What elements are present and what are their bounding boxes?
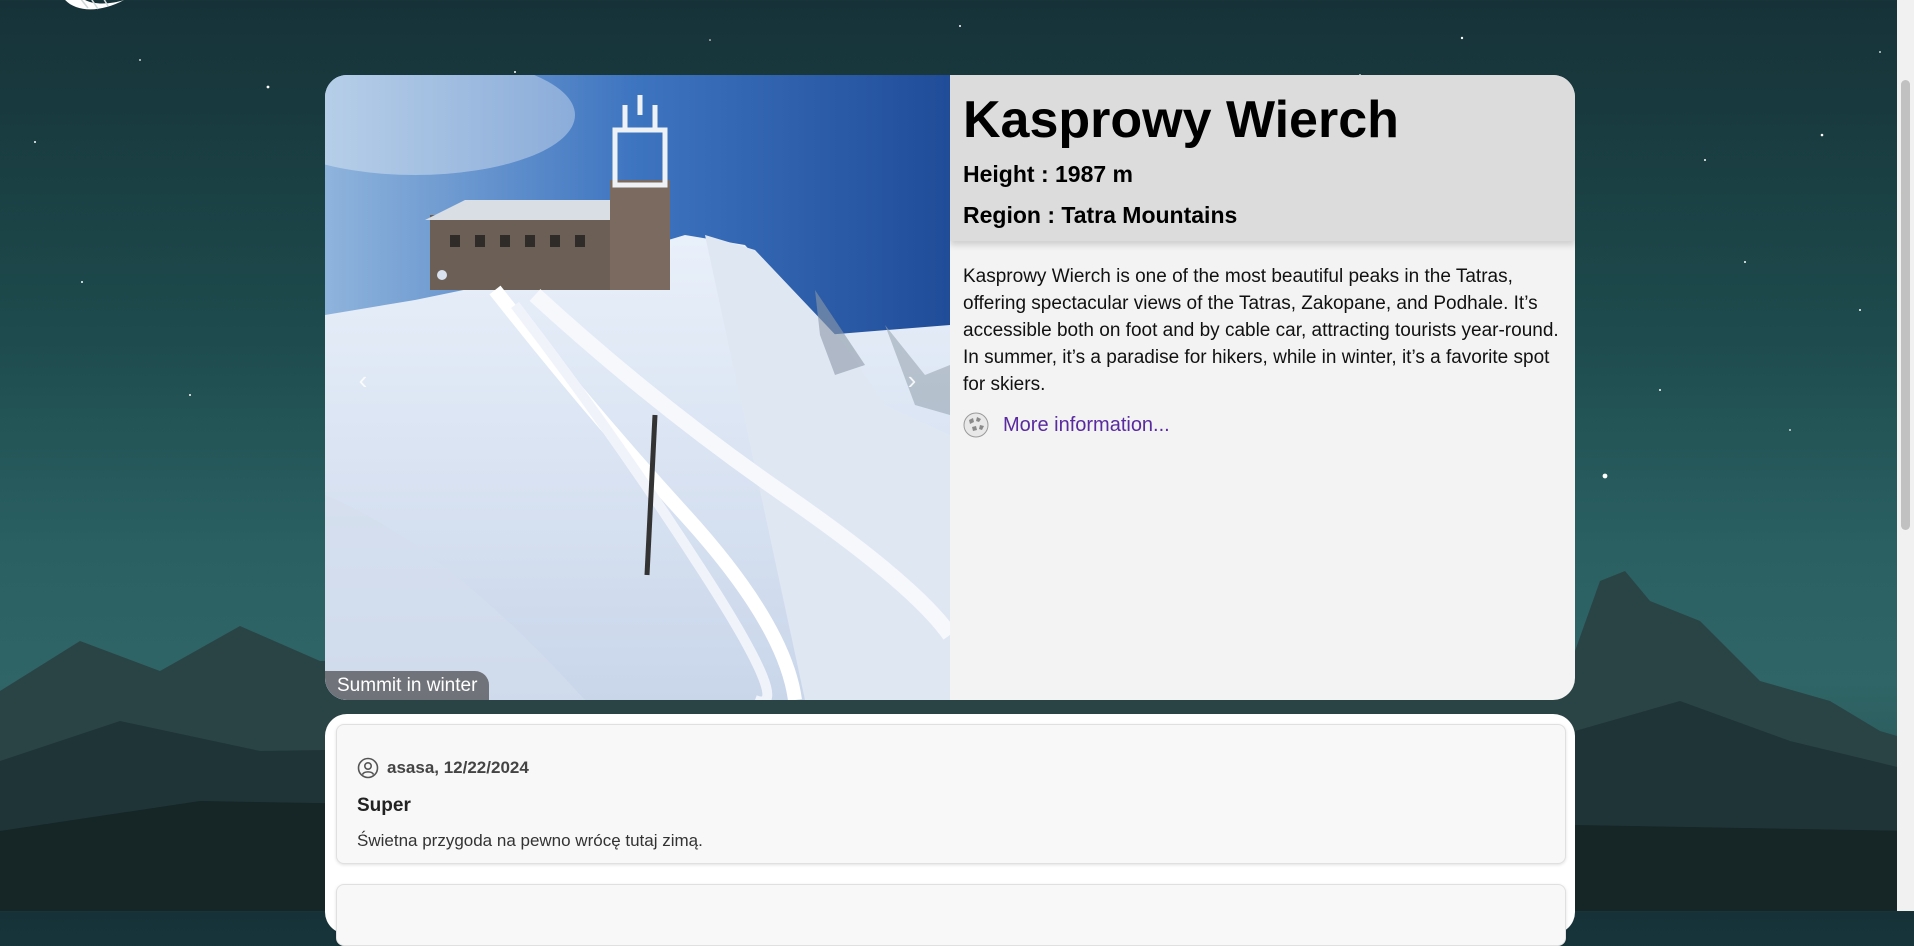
peak-description: Kasprowy Wierch is one of the most beaut…: [963, 266, 1559, 396]
comment-title: Super: [357, 795, 411, 816]
peak-title: Kasprowy Wierch: [963, 91, 1399, 149]
peak-card: Summit in winter Kasprowy Wierch Height …: [325, 75, 1575, 700]
chevron-right-icon[interactable]: ›: [897, 365, 927, 395]
comment-body: Świetna przygoda na pewno wrócę tutaj zi…: [357, 831, 703, 850]
comment-card: [336, 884, 1566, 946]
peak-region: Region : Tatra Mountains: [963, 202, 1238, 229]
chevron-left-icon[interactable]: ‹: [348, 365, 378, 395]
comment-author-date: asasa, 12/22/2024: [387, 758, 529, 777]
photo-caption: Summit in winter: [325, 671, 490, 700]
page-scrollbar[interactable]: [1897, 0, 1914, 911]
peak-info-panel: Kasprowy Wierch Height : 1987 m Region :…: [950, 75, 1575, 700]
more-information-link[interactable]: More information...: [1003, 414, 1170, 437]
summit-winter-photo: [325, 75, 950, 700]
logo-icon[interactable]: [58, 0, 132, 16]
scrollbar-thumb[interactable]: [1901, 80, 1910, 530]
user-circle-icon: [357, 757, 379, 779]
comment-card: asasa, 12/22/2024 Super Świetna przygoda…: [336, 724, 1566, 864]
wikipedia-globe-icon: [963, 412, 989, 438]
comment-meta: asasa, 12/22/2024: [357, 757, 529, 779]
photo-carousel[interactable]: Summit in winter: [325, 75, 950, 700]
more-info-row[interactable]: More information...: [963, 412, 1562, 438]
peak-header: Kasprowy Wierch Height : 1987 m Region :…: [950, 75, 1575, 242]
comments-section: asasa, 12/22/2024 Super Świetna przygoda…: [325, 714, 1575, 946]
peak-height: Height : 1987 m: [963, 161, 1133, 188]
